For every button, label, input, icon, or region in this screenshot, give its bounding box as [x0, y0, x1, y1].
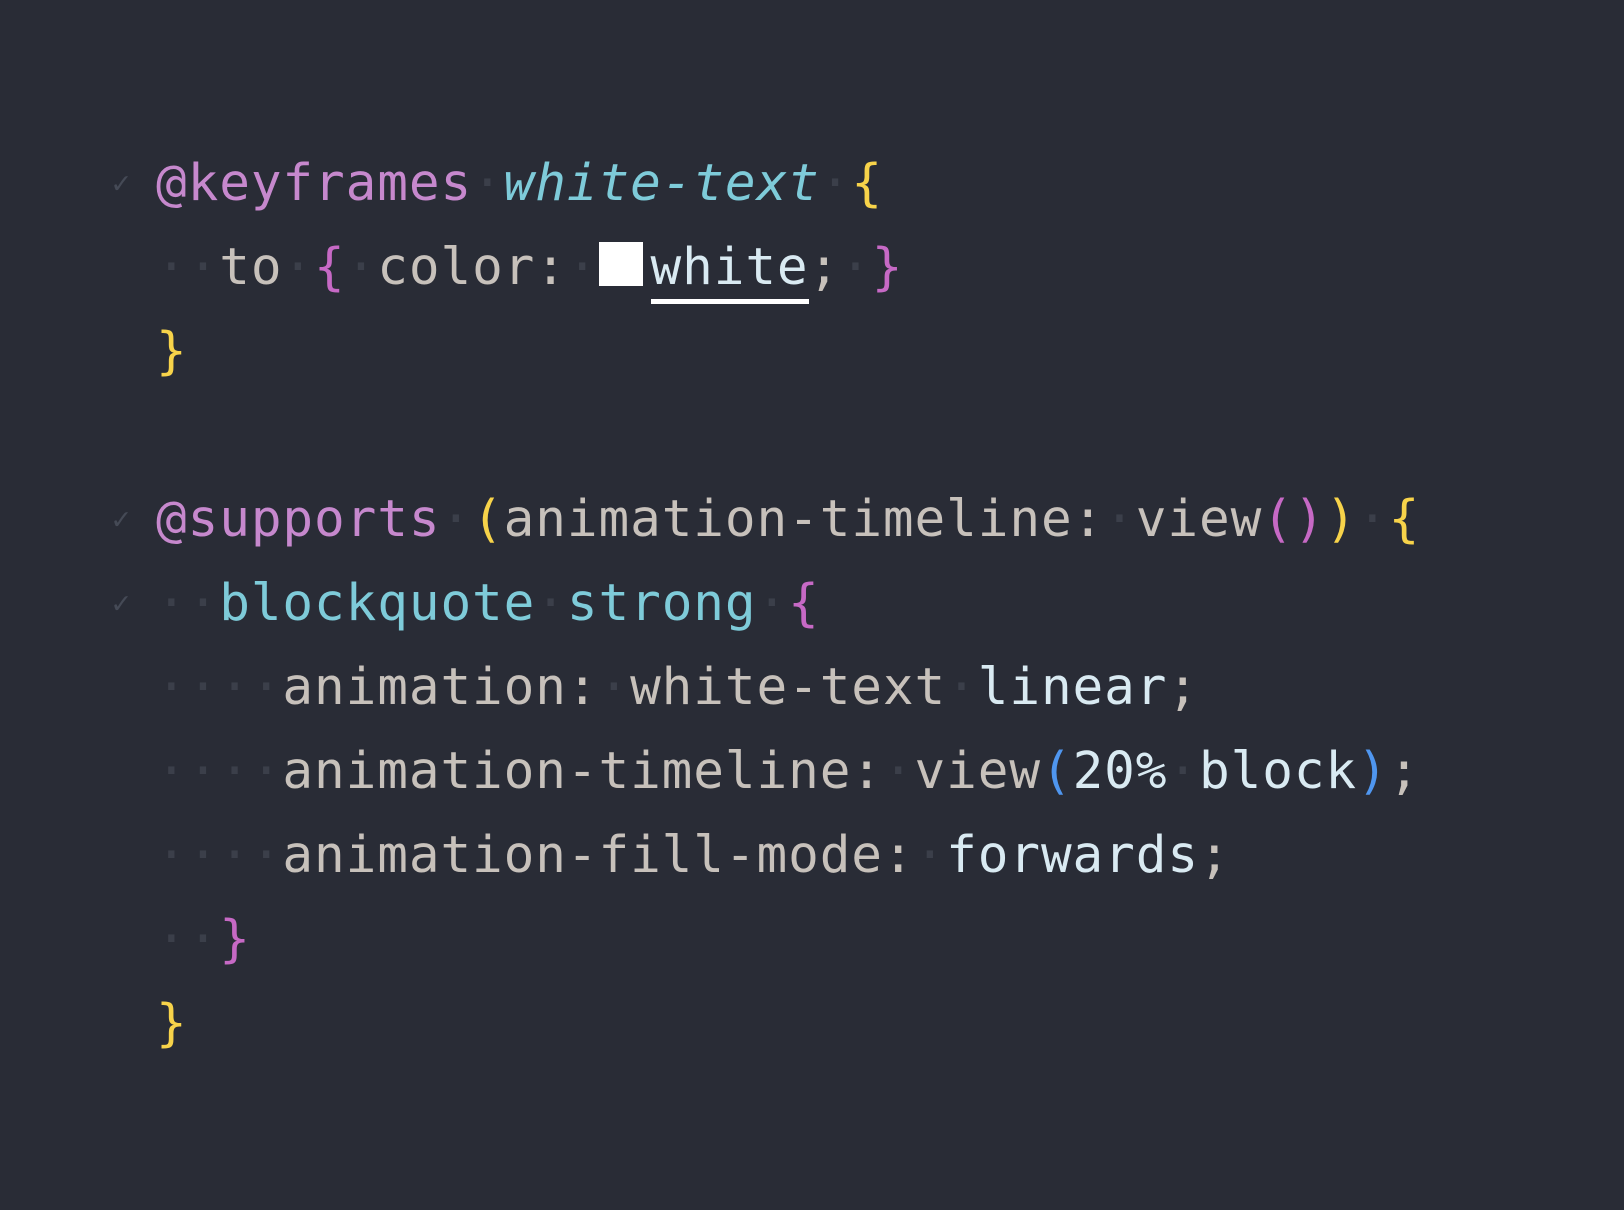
- code-token: }: [871, 238, 904, 297]
- whitespace-marker: ·: [946, 658, 978, 717]
- code-token: ;: [1388, 742, 1421, 801]
- code-line[interactable]: ····animation:·white-text·linear;: [156, 646, 1420, 730]
- code-token: (): [1262, 490, 1326, 549]
- code-token: ;: [808, 238, 841, 297]
- whitespace-marker: ··: [156, 910, 220, 969]
- code-token: }: [219, 910, 251, 969]
- code-token: view: [914, 742, 1041, 801]
- code-line[interactable]: }: [156, 982, 1420, 1066]
- code-token: ): [1357, 742, 1389, 801]
- code-token: blockquote: [219, 574, 536, 633]
- whitespace-marker: ·: [440, 490, 473, 549]
- whitespace-marker: ··: [156, 574, 220, 633]
- code-token: white: [650, 238, 809, 304]
- whitespace-marker: ·: [840, 238, 872, 297]
- whitespace-marker: ·: [819, 154, 852, 213]
- code-line[interactable]: }: [156, 310, 1420, 394]
- code-token: ): [1325, 490, 1358, 549]
- code-token: white-text: [503, 154, 820, 213]
- code-token: strong: [566, 574, 757, 633]
- code-token: block: [1199, 742, 1358, 801]
- whitespace-marker: ·: [914, 826, 947, 885]
- whitespace-marker: ·: [535, 574, 567, 633]
- code-line[interactable]: ····animation-timeline:·view(20%·block);: [156, 730, 1420, 814]
- whitespace-marker: ·: [472, 154, 504, 213]
- code-token: }: [156, 322, 188, 381]
- code-token: (: [472, 490, 504, 549]
- whitespace-marker: ·: [882, 742, 915, 801]
- code-line[interactable]: ····animation-fill-mode:·forwards;: [156, 814, 1420, 898]
- code-token: forwards: [946, 826, 1199, 885]
- whitespace-marker: ·: [1104, 490, 1136, 549]
- whitespace-marker: ·: [1167, 742, 1199, 801]
- code-token: {: [851, 154, 883, 213]
- code-token: {: [314, 238, 346, 297]
- whitespace-marker: ·: [566, 238, 599, 297]
- code-token: @supports: [156, 490, 441, 549]
- code-line[interactable]: ··to·{·color:· white;·}: [156, 226, 1420, 310]
- fold-check-icon[interactable]: ✓: [112, 478, 131, 562]
- code-line[interactable]: ✓ @keyframes·white-text·{: [112, 142, 1420, 226]
- code-token: animation-timeline:: [282, 742, 883, 801]
- code-token: white-text: [630, 658, 947, 717]
- code-token: ;: [1198, 826, 1231, 885]
- code-token: (: [1040, 742, 1073, 801]
- fold-check-icon[interactable]: ✓: [112, 562, 131, 646]
- code-token: to: [219, 238, 283, 297]
- code-area[interactable]: ✓ @keyframes·white-text·{··to·{·color:· wh…: [112, 142, 1421, 1066]
- code-line[interactable]: ··}: [156, 898, 1420, 982]
- whitespace-marker: ·: [282, 238, 315, 297]
- whitespace-marker: ·: [345, 238, 378, 297]
- whitespace-marker: ····: [156, 742, 283, 801]
- whitespace-marker: ·: [1357, 490, 1389, 549]
- code-token: {: [788, 574, 820, 633]
- code-token: color:: [377, 238, 567, 297]
- fold-check-icon[interactable]: ✓: [112, 142, 131, 226]
- code-token: ;: [1167, 658, 1199, 717]
- code-token: 20%: [1072, 742, 1168, 801]
- code-line[interactable]: ✓ @supports·(animation-timeline:·view())·…: [112, 478, 1421, 562]
- code-line[interactable]: [156, 394, 1420, 478]
- code-token: animation-fill-mode:: [282, 826, 915, 885]
- code-token: linear: [977, 658, 1168, 717]
- color-swatch-icon[interactable]: [598, 242, 643, 286]
- code-token: view: [1135, 490, 1263, 549]
- code-line[interactable]: ✓ ··blockquote·strong·{: [112, 562, 1420, 646]
- whitespace-marker: ·: [756, 574, 789, 633]
- code-token: }: [156, 994, 188, 1053]
- code-token: {: [1388, 490, 1421, 549]
- code-token: @keyframes: [156, 154, 473, 213]
- code-token: animation-timeline:: [503, 490, 1105, 549]
- whitespace-marker: ····: [156, 658, 283, 717]
- code-token: animation:: [282, 658, 599, 717]
- whitespace-marker: ····: [156, 826, 283, 885]
- whitespace-marker: ·: [598, 658, 631, 717]
- whitespace-marker: ··: [156, 238, 220, 297]
- code-editor[interactable]: ✓ @keyframes·white-text·{··to·{·color:· wh…: [0, 0, 1624, 1210]
